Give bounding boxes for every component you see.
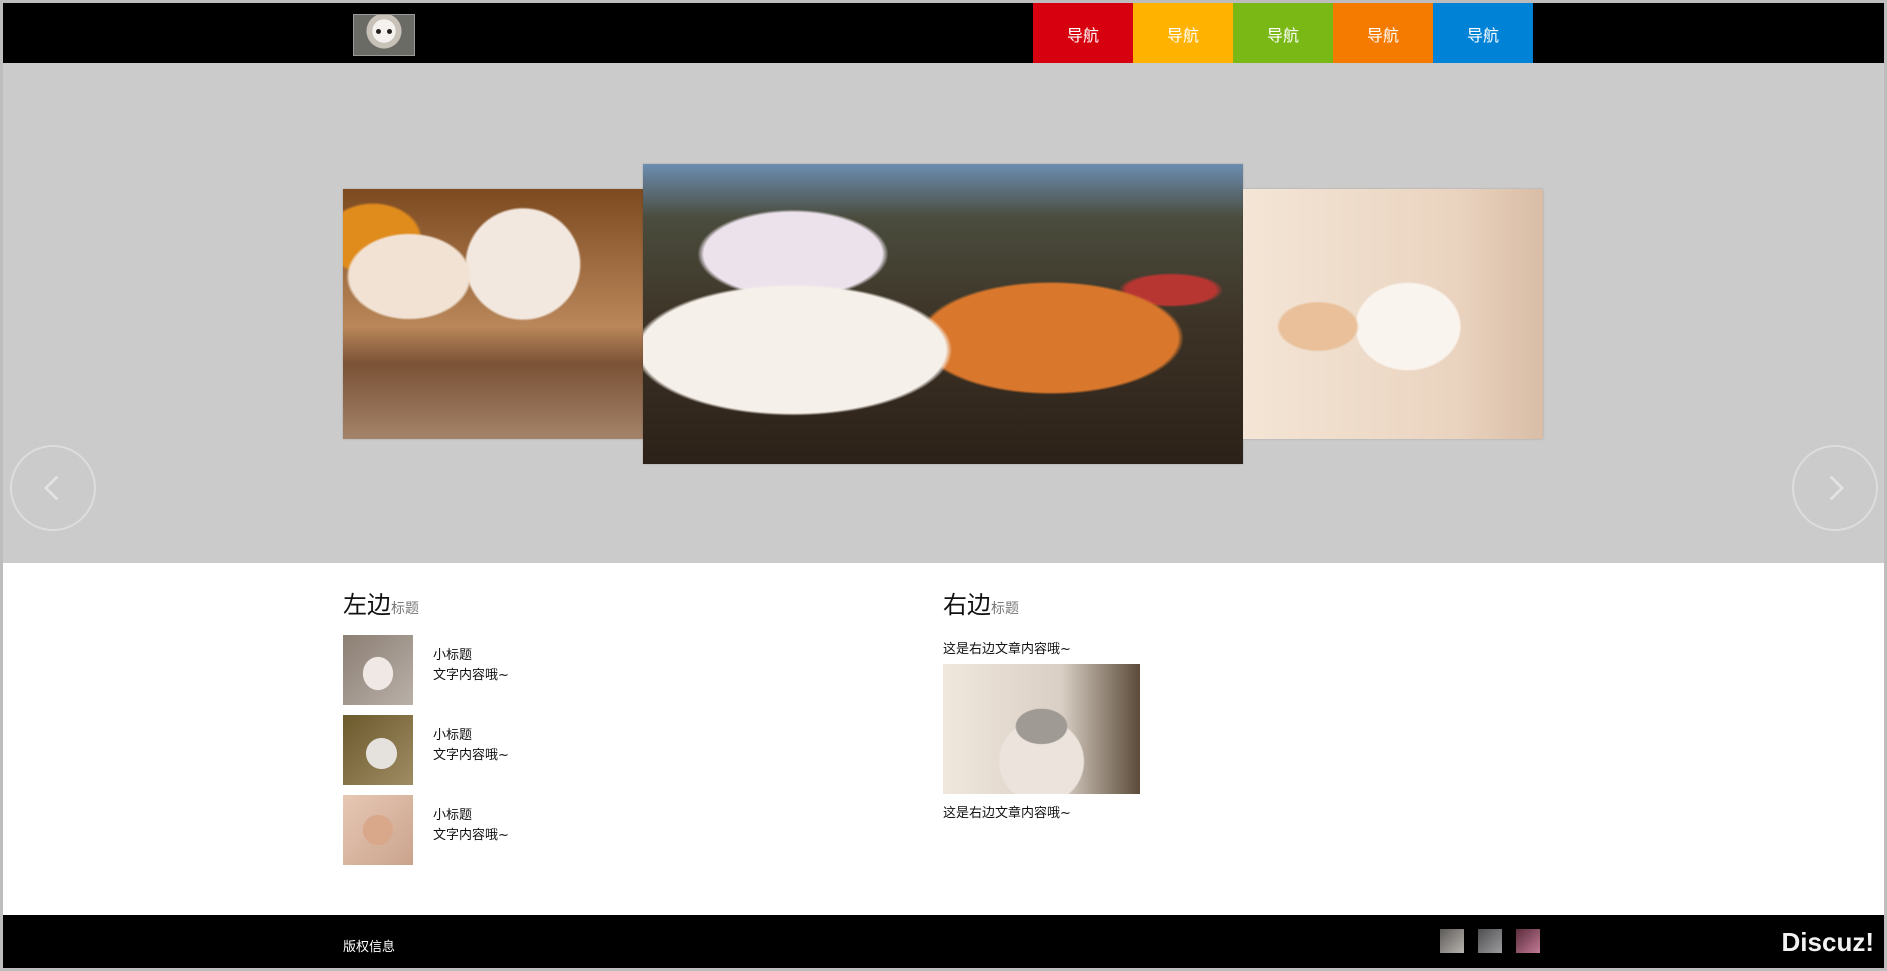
left-title-sub: 标题 bbox=[391, 601, 419, 617]
copyright-text: 版权信息 bbox=[343, 940, 396, 955]
carousel-slide-right[interactable] bbox=[1243, 189, 1543, 439]
footer-thumbnail[interactable] bbox=[1440, 929, 1464, 953]
list-item-thumbnail[interactable] bbox=[343, 715, 413, 785]
footer-thumbnail[interactable] bbox=[1516, 929, 1540, 953]
list-item[interactable]: 小标题 文字内容哦~ bbox=[343, 635, 793, 705]
nav-item-5[interactable]: 导航 bbox=[1433, 3, 1533, 65]
nav-item-3[interactable]: 导航 bbox=[1233, 3, 1333, 65]
top-navbar: 导航 导航 导航 导航 导航 bbox=[3, 3, 1884, 65]
main-nav: 导航 导航 导航 导航 导航 bbox=[1033, 3, 1533, 65]
footer-thumbnail[interactable] bbox=[1478, 929, 1502, 953]
right-title-sub: 标题 bbox=[991, 601, 1019, 617]
right-article-text: 这是右边文章内容哦~ bbox=[943, 806, 1071, 821]
right-article-image[interactable] bbox=[943, 664, 1140, 794]
chevron-right-icon bbox=[1829, 475, 1845, 501]
list-item-text: 文字内容哦~ bbox=[433, 748, 509, 763]
footer: 版权信息 Discuz! bbox=[3, 915, 1884, 971]
right-section-title: 右边标题 bbox=[943, 585, 1019, 620]
list-item-title[interactable]: 小标题 bbox=[433, 804, 472, 823]
cat-logo-icon[interactable] bbox=[353, 14, 415, 56]
nav-item-2[interactable]: 导航 bbox=[1133, 3, 1233, 65]
list-item[interactable]: 小标题 文字内容哦~ bbox=[343, 795, 793, 865]
right-article-text: 这是右边文章内容哦~ bbox=[943, 642, 1071, 657]
list-item-text: 文字内容哦~ bbox=[433, 668, 509, 683]
nav-item-4[interactable]: 导航 bbox=[1333, 3, 1433, 65]
carousel-prev-button[interactable] bbox=[10, 445, 96, 531]
list-item-title[interactable]: 小标题 bbox=[433, 724, 472, 743]
logo-eye bbox=[387, 29, 392, 34]
chevron-left-icon bbox=[43, 475, 59, 501]
image-carousel bbox=[3, 63, 1884, 563]
right-title-main: 右边 bbox=[943, 591, 991, 619]
left-section-title: 左边标题 bbox=[343, 585, 419, 620]
list-item-thumbnail[interactable] bbox=[343, 795, 413, 865]
content-area: 左边标题 小标题 文字内容哦~ 小标题 文字内容哦~ 小标题 文字内容哦~ 右边… bbox=[0, 563, 1887, 913]
left-title-main: 左边 bbox=[343, 591, 391, 619]
carousel-next-button[interactable] bbox=[1792, 445, 1878, 531]
list-item-thumbnail[interactable] bbox=[343, 635, 413, 705]
logo-eye bbox=[376, 29, 381, 34]
list-item-title[interactable]: 小标题 bbox=[433, 644, 472, 663]
list-item-text: 文字内容哦~ bbox=[433, 828, 509, 843]
carousel-slide-active[interactable] bbox=[643, 164, 1243, 464]
list-item[interactable]: 小标题 文字内容哦~ bbox=[343, 715, 793, 785]
nav-item-1[interactable]: 导航 bbox=[1033, 3, 1133, 65]
carousel-slide-left[interactable] bbox=[343, 189, 643, 439]
brand-logo: Discuz! bbox=[1781, 927, 1874, 957]
